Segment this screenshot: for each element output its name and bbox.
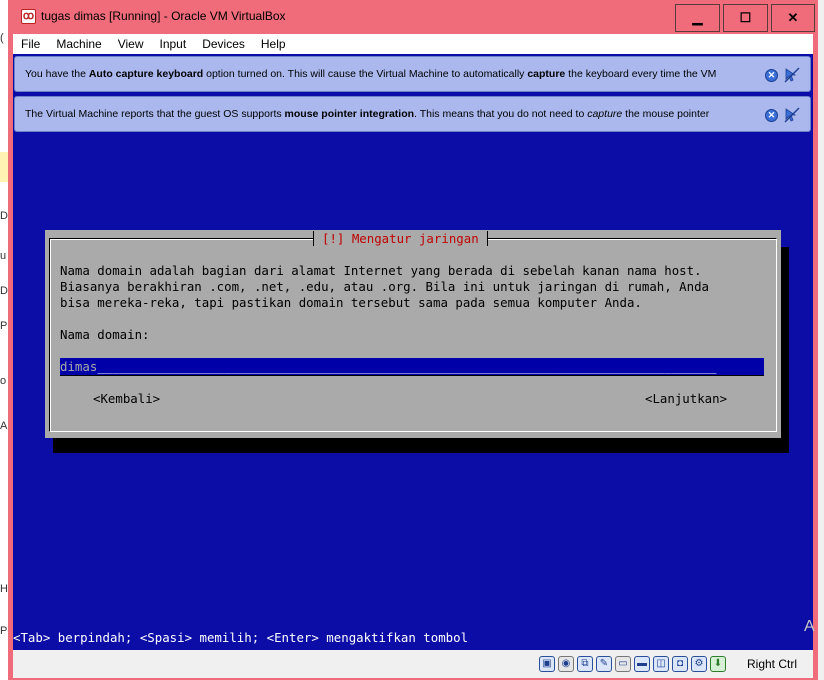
virtualbox-app-icon[interactable]: ꝏ [21, 9, 36, 24]
background-highlight [0, 152, 8, 182]
title-bar[interactable]: ꝏ tugas dimas [Running] - Oracle VM Virt… [8, 0, 818, 34]
background-text: u [0, 250, 7, 262]
background-app-strip: ( D u De Pr o Al H Pe [0, 0, 14, 680]
background-text: H [0, 583, 8, 595]
close-icon: ✕ [787, 10, 799, 25]
hard-disk-icon[interactable]: ▣ [539, 656, 555, 672]
host-key-label[interactable]: Right Ctrl [747, 657, 797, 671]
vm-screen[interactable]: You have the Auto capture keyboard optio… [13, 54, 813, 650]
maximize-button[interactable]: ☐ [723, 4, 768, 32]
menu-input[interactable]: Input [152, 37, 195, 51]
menu-help[interactable]: Help [253, 37, 294, 51]
keyboard-notice-text: You have the Auto capture keyboard optio… [25, 68, 717, 80]
keyboard-capture-toggle-icon[interactable] [784, 67, 800, 83]
display-icon[interactable]: ▬ [634, 656, 650, 672]
optical-drive-icon[interactable]: ◉ [558, 656, 574, 672]
maximize-icon: ☐ [739, 10, 752, 25]
back-button[interactable]: <Kembali> [93, 391, 160, 406]
domain-name-input[interactable]: dimas___________________________________… [60, 358, 764, 376]
network-icon[interactable]: ⧉ [577, 656, 593, 672]
close-notice-icon[interactable]: ✕ [765, 69, 778, 82]
background-text: o [0, 375, 7, 387]
installer-dialog: [!] Mengatur jaringan Nama domain adalah… [45, 230, 781, 438]
menu-file[interactable]: File [13, 37, 48, 51]
background-text: ( [0, 32, 4, 44]
status-bar: ▣ ◉ ⧉ ✎ ▭ ▬ ◫ ◘ ⚙ ⬇ Right Ctrl [13, 650, 813, 678]
continue-button[interactable]: <Lanjutkan> [645, 391, 727, 406]
menu-machine[interactable]: Machine [48, 37, 109, 51]
domain-field-label: Nama domain: [60, 327, 150, 342]
video-capture-icon[interactable]: ◫ [653, 656, 669, 672]
domain-name-fill: ________________________________________… [97, 359, 717, 374]
background-text: D [0, 210, 8, 222]
background-watermark: A [804, 618, 815, 635]
keyboard-capture-notice: You have the Auto capture keyboard optio… [14, 56, 811, 92]
close-notice-icon[interactable]: ✕ [765, 109, 778, 122]
virtualbox-window: ꝏ tugas dimas [Running] - Oracle VM Virt… [8, 0, 818, 680]
close-button[interactable]: ✕ [771, 4, 815, 32]
menu-devices[interactable]: Devices [194, 37, 253, 51]
guest-additions-icon[interactable]: ◘ [672, 656, 688, 672]
domain-name-value: dimas [60, 359, 98, 374]
window-title: tugas dimas [Running] - Oracle VM Virtua… [41, 9, 286, 23]
cpu-icon[interactable]: ⚙ [691, 656, 707, 672]
minimize-button[interactable]: ▁ [675, 4, 720, 32]
status-icons: ▣ ◉ ⧉ ✎ ▭ ▬ ◫ ◘ ⚙ ⬇ [539, 656, 726, 672]
mouse-integration-notice: The Virtual Machine reports that the gue… [14, 96, 811, 132]
menu-view[interactable]: View [110, 37, 152, 51]
usb-icon[interactable]: ✎ [596, 656, 612, 672]
menu-bar: File Machine View Input Devices Help [13, 34, 813, 54]
shared-folder-icon[interactable]: ▭ [615, 656, 631, 672]
mouse-notice-text: The Virtual Machine reports that the gue… [25, 108, 710, 120]
dialog-title: [!] Mengatur jaringan [313, 231, 488, 246]
mouse-integration-toggle-icon[interactable] [784, 107, 800, 123]
mouse-integration-icon[interactable]: ⬇ [710, 656, 726, 672]
installer-help-line: <Tab> berpindah; <Spasi> memilih; <Enter… [13, 630, 469, 645]
dialog-description: Nama domain adalah bagian dari alamat In… [60, 263, 710, 310]
minimize-icon: ▁ [692, 10, 703, 25]
